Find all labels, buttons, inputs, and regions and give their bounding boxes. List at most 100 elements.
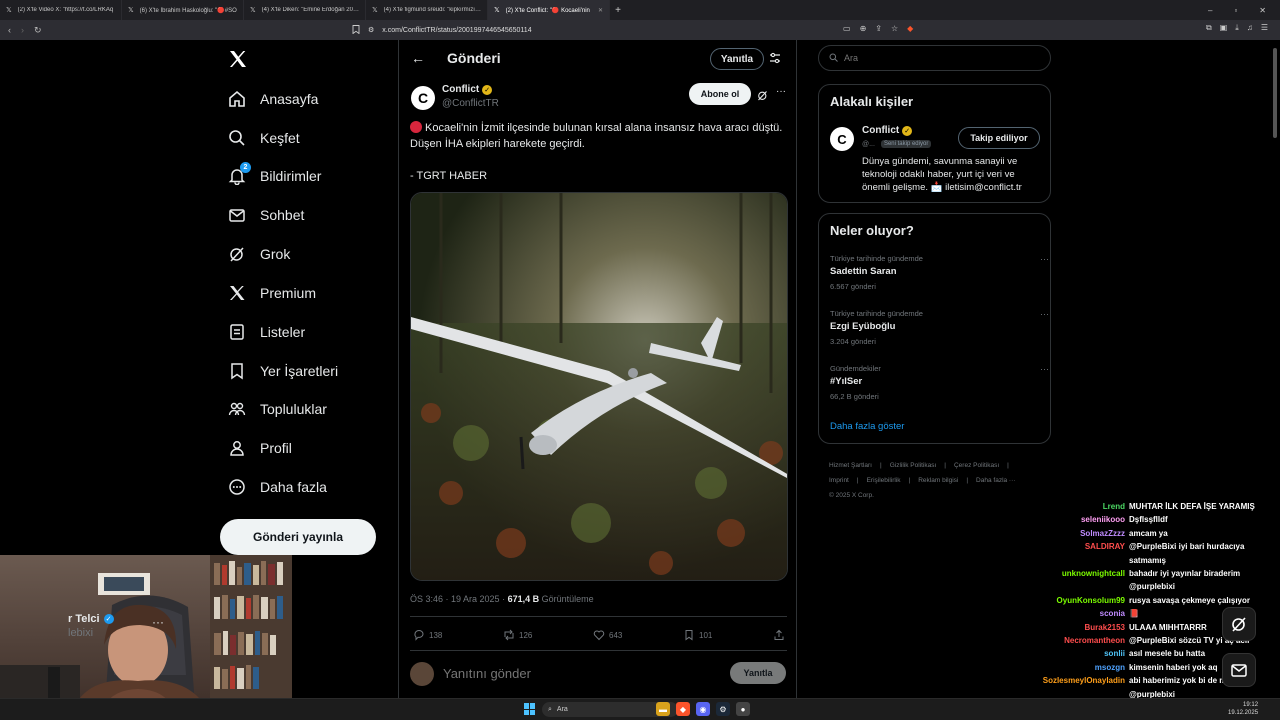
account-switcher[interactable]: r Telci ✓ lebixi ··· [40, 609, 190, 643]
trend-name: Sadettin Saran [830, 266, 897, 277]
share-icon[interactable]: ⇪ [875, 24, 882, 33]
more-dots-icon[interactable]: ··· [1040, 254, 1049, 264]
chat-username: unknownightcall [1061, 569, 1125, 579]
brave-shield-icon[interactable]: ◆ [907, 24, 913, 33]
author-name[interactable]: Conflict ✓ [442, 84, 493, 95]
nav-item-label: Grok [260, 246, 291, 262]
nav-item-explore[interactable]: Keşfet [228, 127, 300, 149]
taskbar-clock[interactable]: 19:12 19.12.2025 [1228, 701, 1258, 717]
wallet-icon[interactable]: ▣ [1220, 23, 1228, 33]
nav-item-chat[interactable]: Sohbet [228, 204, 304, 226]
nav-item-label: Sohbet [260, 207, 305, 223]
site-info-icon[interactable]: ⚙ [368, 26, 374, 34]
related-avatar[interactable]: C [830, 127, 854, 151]
x-logo-icon[interactable] [228, 49, 248, 69]
minimize-button[interactable]: – [1208, 6, 1212, 15]
window-controls: – ▫ ✕ [1208, 6, 1280, 15]
header-reply-button[interactable]: Yanıtla [710, 48, 764, 70]
follows-you-badge: Seni takip ediyor [880, 140, 932, 148]
following-button[interactable]: Takip ediliyor [958, 127, 1040, 149]
share-action[interactable] [773, 628, 785, 642]
url-text[interactable]: x.com/ConflictTR/status/2001997446545650… [382, 27, 531, 34]
nav-item-communities[interactable]: Topluluklar [228, 398, 327, 420]
browser-tab[interactable]: 𝕏 (6) X'te İbrahim Haskoloğlu: "🔴#SO [122, 0, 244, 20]
author-handle[interactable]: @ConflictTR [442, 98, 499, 109]
chat-message: sonlii asıl mesele bu hatta [1000, 647, 1260, 660]
search-bar[interactable] [818, 45, 1051, 71]
more-dots-icon[interactable]: ··· [152, 615, 164, 629]
star-icon[interactable]: ☆ [891, 24, 898, 33]
tab-close-icon[interactable]: ✕ [598, 7, 603, 14]
trend-item[interactable]: Türkiye tarihinde gündemde Ezgi Eyüboğlu… [830, 309, 1049, 346]
clock-date: 19.12.2025 [1228, 710, 1259, 716]
more-dots-icon[interactable]: ··· [776, 86, 786, 97]
repost-action[interactable]: 126 [503, 628, 532, 642]
footer-link[interactable]: Çerez Politikası [954, 462, 999, 469]
footer-link[interactable]: Hizmet Şartları [829, 462, 872, 469]
forward-icon[interactable]: › [21, 25, 24, 36]
footer-link[interactable]: Imprint [829, 477, 849, 484]
trend-item[interactable]: Gündemdekiler #YılSer 66,2 B gönderi ··· [830, 364, 1049, 401]
chat-text: rusya savaşa çekmeye çalışıyor [1129, 595, 1250, 605]
brave-browser-icon[interactable]: ◆ [676, 702, 690, 716]
scrollbar-thumb[interactable] [1273, 48, 1277, 138]
reply-submit-button[interactable]: Yanıtla [730, 662, 786, 684]
nav-item-premium[interactable]: Premium [228, 282, 316, 304]
back-arrow-icon[interactable]: ← [411, 50, 425, 66]
search-input[interactable] [844, 53, 1024, 63]
nav-item-grok[interactable]: Grok [228, 243, 290, 265]
author-avatar[interactable]: C [411, 86, 435, 110]
tweet-image[interactable] [410, 192, 788, 581]
page-scrollbar[interactable] [1272, 42, 1278, 698]
maximize-button[interactable]: ▫ [1234, 6, 1237, 15]
grok-icon[interactable] [757, 88, 768, 106]
discord-icon[interactable]: ◉ [696, 702, 710, 716]
music-icon[interactable]: ♫ [1247, 23, 1253, 33]
browser-tab-active[interactable]: 𝕏 (2) X'te Conflict: "🔴 Kocaeli'nin ✕ [488, 0, 610, 20]
reload-icon[interactable]: ↻ [34, 25, 42, 36]
footer-link[interactable]: Erişilebilirlik [867, 477, 901, 484]
file-explorer-icon[interactable]: ▬ [656, 702, 670, 716]
close-window-button[interactable]: ✕ [1259, 6, 1266, 15]
footer-link[interactable]: Gizlilik Politikası [890, 462, 937, 469]
url-field[interactable]: ⚙ x.com/ConflictTR/status/20019974465456… [352, 23, 912, 37]
subscribe-button[interactable]: Abone ol [689, 83, 751, 105]
post-button[interactable]: Gönderi yayınla [220, 519, 376, 555]
nav-item-lists[interactable]: Listeler [228, 321, 305, 343]
browser-tab[interactable]: 𝕏 (2) X'te Video X: "https://t.co/LRKAq [0, 0, 122, 20]
more-dots-icon[interactable]: ··· [1040, 309, 1049, 319]
nav-item-more[interactable]: Daha fazla [228, 476, 327, 498]
bookmark-action[interactable]: 101 [683, 628, 712, 642]
screen-icon[interactable]: ▭ [843, 24, 851, 33]
downloads-icon[interactable]: ⤓ [1235, 23, 1239, 33]
related-name[interactable]: Conflict ✓ [862, 125, 913, 136]
windows-start-icon[interactable] [524, 703, 536, 715]
footer-link[interactable]: Reklam bilgisi [918, 477, 958, 484]
more-dots-icon[interactable]: ··· [1040, 364, 1049, 374]
reply-input[interactable] [443, 666, 693, 681]
extensions-icon[interactable]: ⧉ [1206, 23, 1212, 33]
browser-tab[interactable]: 𝕏 (4) X'te Diken: "Emine Erdoğan 2026 [244, 0, 366, 20]
back-icon[interactable]: ‹ [8, 25, 11, 36]
steam-icon[interactable]: ⚙ [716, 702, 730, 716]
like-action[interactable]: 643 [593, 628, 622, 642]
nav-item-bookmarks[interactable]: Yer İşaretleri [228, 360, 338, 382]
nav-item-home[interactable]: Anasayfa [228, 88, 318, 110]
browser-tab[interactable]: 𝕏 (4) X'te figmund sreudi: "kipkırmızı ol [366, 0, 488, 20]
nav-item-profile[interactable]: Profil [228, 437, 292, 459]
footer-link[interactable]: Daha fazla ··· [976, 477, 1015, 484]
chat-text-continued: @purplebixi [1129, 582, 1176, 592]
verified-icon: ✓ [103, 614, 114, 624]
menu-icon[interactable]: ☰ [1261, 23, 1268, 33]
new-tab-button[interactable]: + [610, 5, 626, 16]
sliders-icon[interactable] [769, 51, 781, 69]
bookmark-page-icon[interactable] [352, 24, 360, 36]
trend-item[interactable]: Türkiye tarihinde gündemde Sadettin Sara… [830, 254, 1049, 291]
reply-action[interactable]: 138 [413, 628, 442, 642]
obs-icon[interactable]: ● [736, 702, 750, 716]
zoom-icon[interactable]: ⊕ [860, 24, 867, 33]
nav-item-notifications[interactable]: 2 Bildirimler [228, 162, 321, 187]
footer-links: Hizmet Şartları | Gizlilik Politikası | Çere… [829, 458, 1039, 503]
main-column: ← Gönderi Yanıtla C Conflict ✓ @ConflictT… [398, 40, 797, 720]
show-more-link[interactable]: Daha fazla göster [830, 421, 904, 432]
